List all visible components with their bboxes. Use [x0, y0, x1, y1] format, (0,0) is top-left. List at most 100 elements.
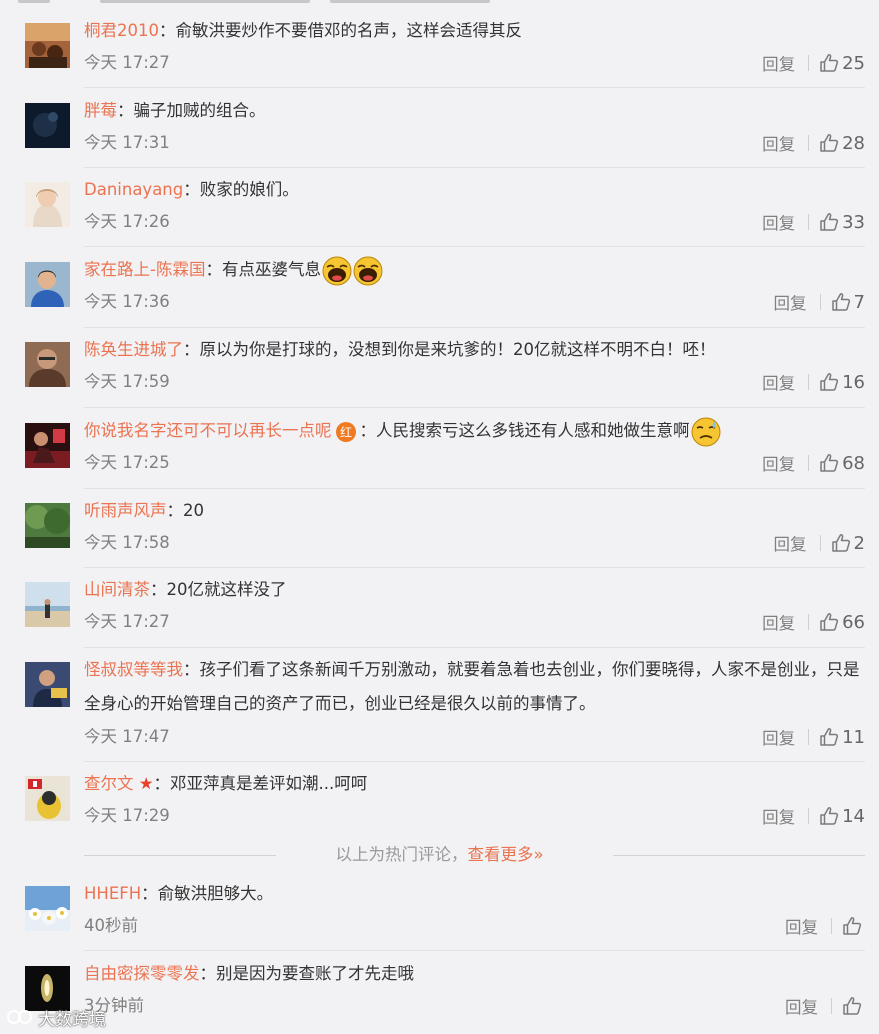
timestamp: 今天 17:47 — [84, 727, 170, 746]
like-count: 2 — [853, 532, 865, 554]
colon: ： — [153, 774, 171, 793]
timestamp: 今天 17:58 — [84, 533, 170, 552]
colon: ： — [183, 180, 200, 199]
avatar[interactable] — [25, 582, 70, 627]
username-link[interactable]: 家在路上-陈霖国 — [84, 260, 205, 279]
watermark: 大数跨境 — [6, 1004, 106, 1030]
like-button[interactable] — [842, 916, 865, 936]
timestamp: 今天 17:27 — [84, 53, 170, 72]
username-link[interactable]: Daninayang — [84, 180, 183, 199]
reply-button[interactable]: 回复 — [785, 994, 818, 1018]
username-link[interactable]: 怪叔叔等等我 — [84, 660, 183, 679]
comment-text: 邓亚萍真是差评如潮...呵呵 — [170, 774, 368, 793]
action-divider — [808, 729, 810, 745]
reply-button[interactable]: 回复 — [762, 804, 795, 828]
comment-text: 败家的娘们。 — [199, 180, 299, 199]
avatar[interactable] — [25, 342, 70, 387]
comment-divider — [84, 407, 865, 408]
action-divider — [808, 214, 810, 230]
colon: ： — [117, 101, 134, 120]
avatar[interactable] — [25, 262, 70, 307]
comment-meta: 40秒前 回复 — [84, 911, 865, 941]
reply-button[interactable]: 回复 — [762, 370, 795, 394]
avatar[interactable] — [25, 23, 70, 68]
comment-text: 俞敏洪胆够大。 — [157, 884, 274, 903]
laugh-emoji-icon — [322, 256, 352, 285]
avatar[interactable] — [25, 662, 70, 707]
reply-button[interactable]: 回复 — [762, 451, 795, 475]
like-button[interactable]: 14 — [819, 806, 865, 827]
like-button[interactable]: 25 — [819, 53, 865, 74]
comment-text: 俞敏洪要炒作不要借邓的名声，这样会适得其反 — [175, 21, 523, 40]
username-link[interactable]: 桐君2010 — [84, 21, 159, 40]
colon: ： — [183, 340, 200, 359]
reply-button[interactable]: 回复 — [762, 610, 795, 634]
badge-label: 红 — [339, 424, 351, 439]
username-link[interactable]: 山间清茶 — [84, 580, 150, 599]
like-button[interactable]: 28 — [819, 133, 865, 154]
comment-text: 20 — [183, 501, 204, 520]
reply-button[interactable]: 回复 — [774, 531, 807, 555]
comment-divider — [84, 950, 865, 951]
comment-meta: 今天 17:27 回复 66 — [84, 607, 865, 637]
reply-button[interactable]: 回复 — [762, 210, 795, 234]
avatar[interactable] — [25, 886, 70, 931]
comment-actions: 回复 25 — [762, 48, 865, 78]
thumbs-up-icon — [820, 373, 839, 391]
reply-button[interactable]: 回复 — [774, 290, 807, 314]
like-button[interactable]: 68 — [819, 453, 865, 474]
like-button[interactable]: 2 — [831, 533, 865, 554]
reply-button[interactable]: 回复 — [762, 51, 795, 75]
avatar[interactable] — [25, 182, 70, 227]
avatar[interactable] — [25, 503, 70, 548]
thumbs-up-icon — [820, 134, 839, 152]
comment-meta: 今天 17:25 回复 68 — [84, 448, 865, 478]
timestamp: 40秒前 — [84, 916, 138, 935]
thumbs-up-icon — [820, 728, 839, 746]
thumbs-up-icon — [843, 997, 862, 1015]
timestamp: 今天 17:59 — [84, 372, 170, 391]
comment-meta: 3分钟前 回复 — [84, 991, 865, 1021]
like-button[interactable]: 11 — [819, 727, 865, 748]
like-count: 7 — [853, 291, 865, 313]
like-button[interactable]: 33 — [819, 212, 865, 233]
watermark-text: 大数跨境 — [38, 1009, 106, 1030]
comment-meta: 今天 17:47 回复 11 — [84, 722, 865, 752]
comment-meta: 今天 17:27 回复 25 — [84, 48, 865, 78]
like-button[interactable] — [842, 996, 865, 1016]
username-link[interactable]: 你说我名字还可不可以再长一点呢 — [84, 421, 332, 440]
timestamp: 今天 17:36 — [84, 292, 170, 311]
username-link[interactable]: 陈奂生进城了 — [84, 340, 183, 359]
username-link[interactable]: 查尔文 — [84, 774, 134, 793]
hot-comments-footer: 以上为热门评论，查看更多» — [0, 841, 879, 869]
reply-button[interactable]: 回复 — [762, 725, 795, 749]
colon: ： — [141, 884, 158, 903]
view-more-link[interactable]: 查看更多» — [467, 845, 543, 864]
like-count: 14 — [842, 805, 865, 827]
avatar[interactable] — [25, 776, 70, 821]
like-button[interactable]: 16 — [819, 372, 865, 393]
username-link[interactable]: 自由密探零零发 — [84, 964, 200, 983]
avatar[interactable] — [25, 423, 70, 468]
username-link[interactable]: 听雨声风声 — [84, 501, 167, 520]
comment-actions: 回复 33 — [762, 207, 865, 237]
reply-button[interactable]: 回复 — [762, 131, 795, 155]
username-link[interactable]: 胖莓 — [84, 101, 117, 120]
thumbs-up-icon — [820, 807, 839, 825]
comment-divider — [84, 488, 865, 489]
reply-button[interactable]: 回复 — [785, 914, 818, 938]
comment-actions: 回复 28 — [762, 128, 865, 158]
username-link[interactable]: HHEFH — [84, 884, 141, 903]
footer-text: 以上为热门评论，查看更多» — [0, 841, 879, 869]
comment-divider — [84, 327, 865, 328]
like-count: 33 — [842, 211, 865, 233]
colon: ： — [199, 964, 217, 983]
comment-actions: 回复 68 — [762, 448, 865, 478]
like-count: 25 — [842, 52, 865, 74]
comment-actions: 回复 66 — [762, 607, 865, 637]
like-button[interactable]: 7 — [831, 292, 865, 313]
colon: ： — [166, 501, 184, 520]
avatar[interactable] — [25, 103, 70, 148]
like-button[interactable]: 66 — [819, 612, 865, 633]
comment-meta: 今天 17:29 回复 14 — [84, 801, 865, 831]
